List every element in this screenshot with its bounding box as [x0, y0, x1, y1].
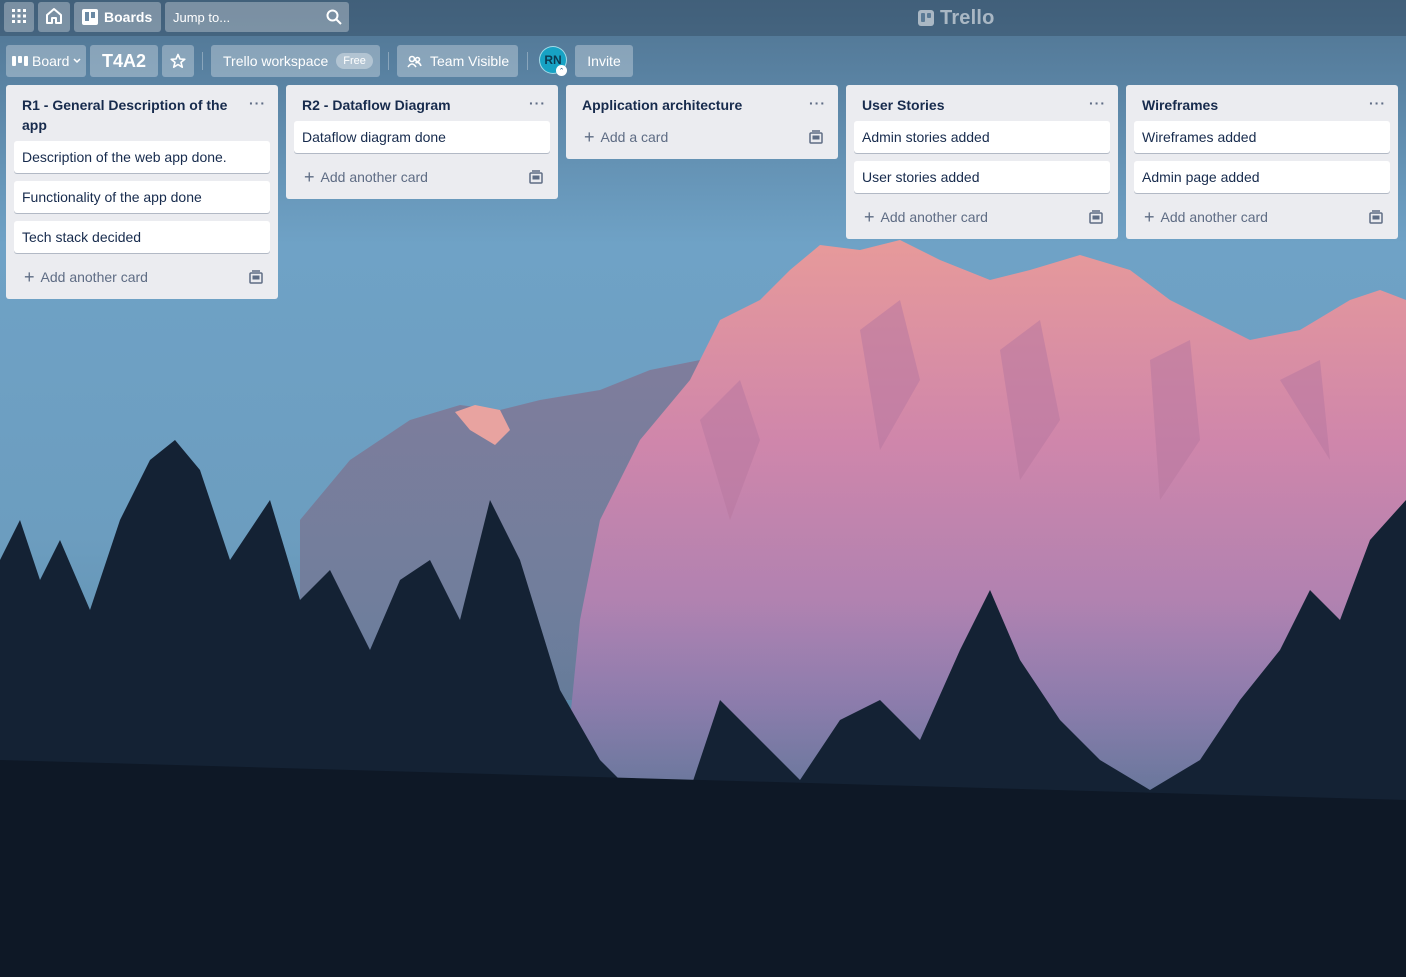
home-button[interactable]: [38, 2, 70, 32]
list-menu-icon[interactable]: ···: [249, 93, 266, 113]
plus-icon: +: [24, 267, 35, 287]
add-card-button[interactable]: + Add a card: [566, 121, 838, 151]
card[interactable]: Wireframes added: [1134, 121, 1390, 153]
plus-icon: +: [584, 127, 595, 147]
card-template-icon[interactable]: [1088, 209, 1110, 225]
card-list: Description of the web app done. Functio…: [6, 137, 278, 253]
list-title-text: Application architecture: [582, 97, 743, 113]
top-navbar: Boards Jump to... Trello: [0, 0, 1406, 36]
list-title[interactable]: Wireframes ···: [1126, 85, 1398, 117]
list-title-text: User Stories: [862, 97, 945, 113]
list-r2-dataflow-diagram: R2 - Dataflow Diagram ··· Dataflow diagr…: [286, 85, 558, 199]
list-title-text: R2 - Dataflow Diagram: [302, 97, 451, 113]
add-card-label: Add a card: [600, 129, 669, 145]
admin-chevron-icon: ⌃: [556, 65, 567, 76]
header-divider: [527, 52, 528, 70]
add-card-button[interactable]: + Add another card: [846, 201, 1118, 231]
list-menu-icon[interactable]: ···: [1369, 93, 1386, 113]
star-icon: [170, 53, 186, 69]
list-title[interactable]: Application architecture ···: [566, 85, 838, 117]
chevron-down-icon: [72, 56, 82, 66]
plus-icon: +: [304, 167, 315, 187]
workspace-button[interactable]: Trello workspace Free: [211, 45, 380, 77]
card[interactable]: Admin page added: [1134, 161, 1390, 193]
card-template-icon[interactable]: [808, 129, 830, 145]
list-title-text: Wireframes: [1142, 97, 1219, 113]
card-list: Admin stories added User stories added: [846, 117, 1118, 193]
list-menu-icon[interactable]: ···: [809, 93, 826, 113]
add-card-label: Add another card: [320, 169, 428, 185]
trello-logo-text: Trello: [940, 6, 995, 29]
board-view-switcher[interactable]: Board: [6, 45, 86, 77]
add-card-label: Add another card: [1160, 209, 1268, 225]
list-menu-icon[interactable]: ···: [1089, 93, 1106, 113]
list-application-architecture: Application architecture ··· + Add a car…: [566, 85, 838, 159]
jump-to-placeholder: Jump to...: [173, 9, 231, 25]
boards-label: Boards: [104, 9, 153, 25]
grid-icon: [12, 8, 26, 26]
card[interactable]: Description of the web app done.: [14, 141, 270, 173]
header-divider: [202, 52, 203, 70]
card[interactable]: User stories added: [854, 161, 1110, 193]
invite-button[interactable]: Invite: [575, 45, 633, 77]
list-r1-general-description: R1 - General Description of the app ··· …: [6, 85, 278, 299]
card[interactable]: Functionality of the app done: [14, 181, 270, 213]
board-name[interactable]: T4A2: [90, 45, 158, 77]
boards-button[interactable]: Boards: [74, 2, 161, 32]
visibility-button[interactable]: Team Visible: [397, 45, 518, 77]
search-icon[interactable]: [319, 9, 349, 25]
header-divider: [388, 52, 389, 70]
trello-logo-icon: [918, 10, 934, 26]
star-button[interactable]: [162, 45, 194, 77]
list-title[interactable]: User Stories ···: [846, 85, 1118, 117]
apps-grid-button[interactable]: [4, 2, 34, 32]
card-template-icon[interactable]: [1368, 209, 1390, 225]
card-template-icon[interactable]: [248, 269, 270, 285]
list-user-stories: User Stories ··· Admin stories added Use…: [846, 85, 1118, 239]
board-header: Board T4A2 Trello workspace Free Team Vi…: [0, 44, 1406, 78]
card-template-icon[interactable]: [528, 169, 550, 185]
trello-logo[interactable]: Trello: [918, 6, 995, 30]
card[interactable]: Tech stack decided: [14, 221, 270, 253]
card-list: Wireframes added Admin page added: [1126, 117, 1398, 193]
add-card-button[interactable]: + Add another card: [1126, 201, 1398, 231]
card[interactable]: Admin stories added: [854, 121, 1110, 153]
list-menu-icon[interactable]: ···: [529, 93, 546, 113]
board-view-icon: [12, 55, 28, 67]
jump-to-search[interactable]: Jump to...: [165, 2, 349, 32]
list-wireframes: Wireframes ··· Wireframes added Admin pa…: [1126, 85, 1398, 239]
list-title-text: R1 - General Description of the app: [22, 97, 228, 133]
list-title[interactable]: R2 - Dataflow Diagram ···: [286, 85, 558, 117]
team-icon: [407, 55, 422, 68]
free-badge: Free: [336, 53, 373, 69]
home-icon: [45, 7, 63, 28]
add-card-label: Add another card: [880, 209, 988, 225]
add-card-button[interactable]: + Add another card: [6, 261, 278, 291]
plus-icon: +: [1144, 207, 1155, 227]
plus-icon: +: [864, 207, 875, 227]
list-title[interactable]: R1 - General Description of the app ···: [6, 85, 278, 137]
add-card-button[interactable]: + Add another card: [286, 161, 558, 191]
card-list: Dataflow diagram done: [286, 117, 558, 153]
board-view-label: Board: [32, 53, 70, 69]
card[interactable]: Dataflow diagram done: [294, 121, 550, 153]
workspace-label: Trello workspace: [223, 53, 329, 69]
visibility-label: Team Visible: [430, 53, 510, 69]
add-card-label: Add another card: [40, 269, 148, 285]
board-icon: [82, 9, 98, 25]
